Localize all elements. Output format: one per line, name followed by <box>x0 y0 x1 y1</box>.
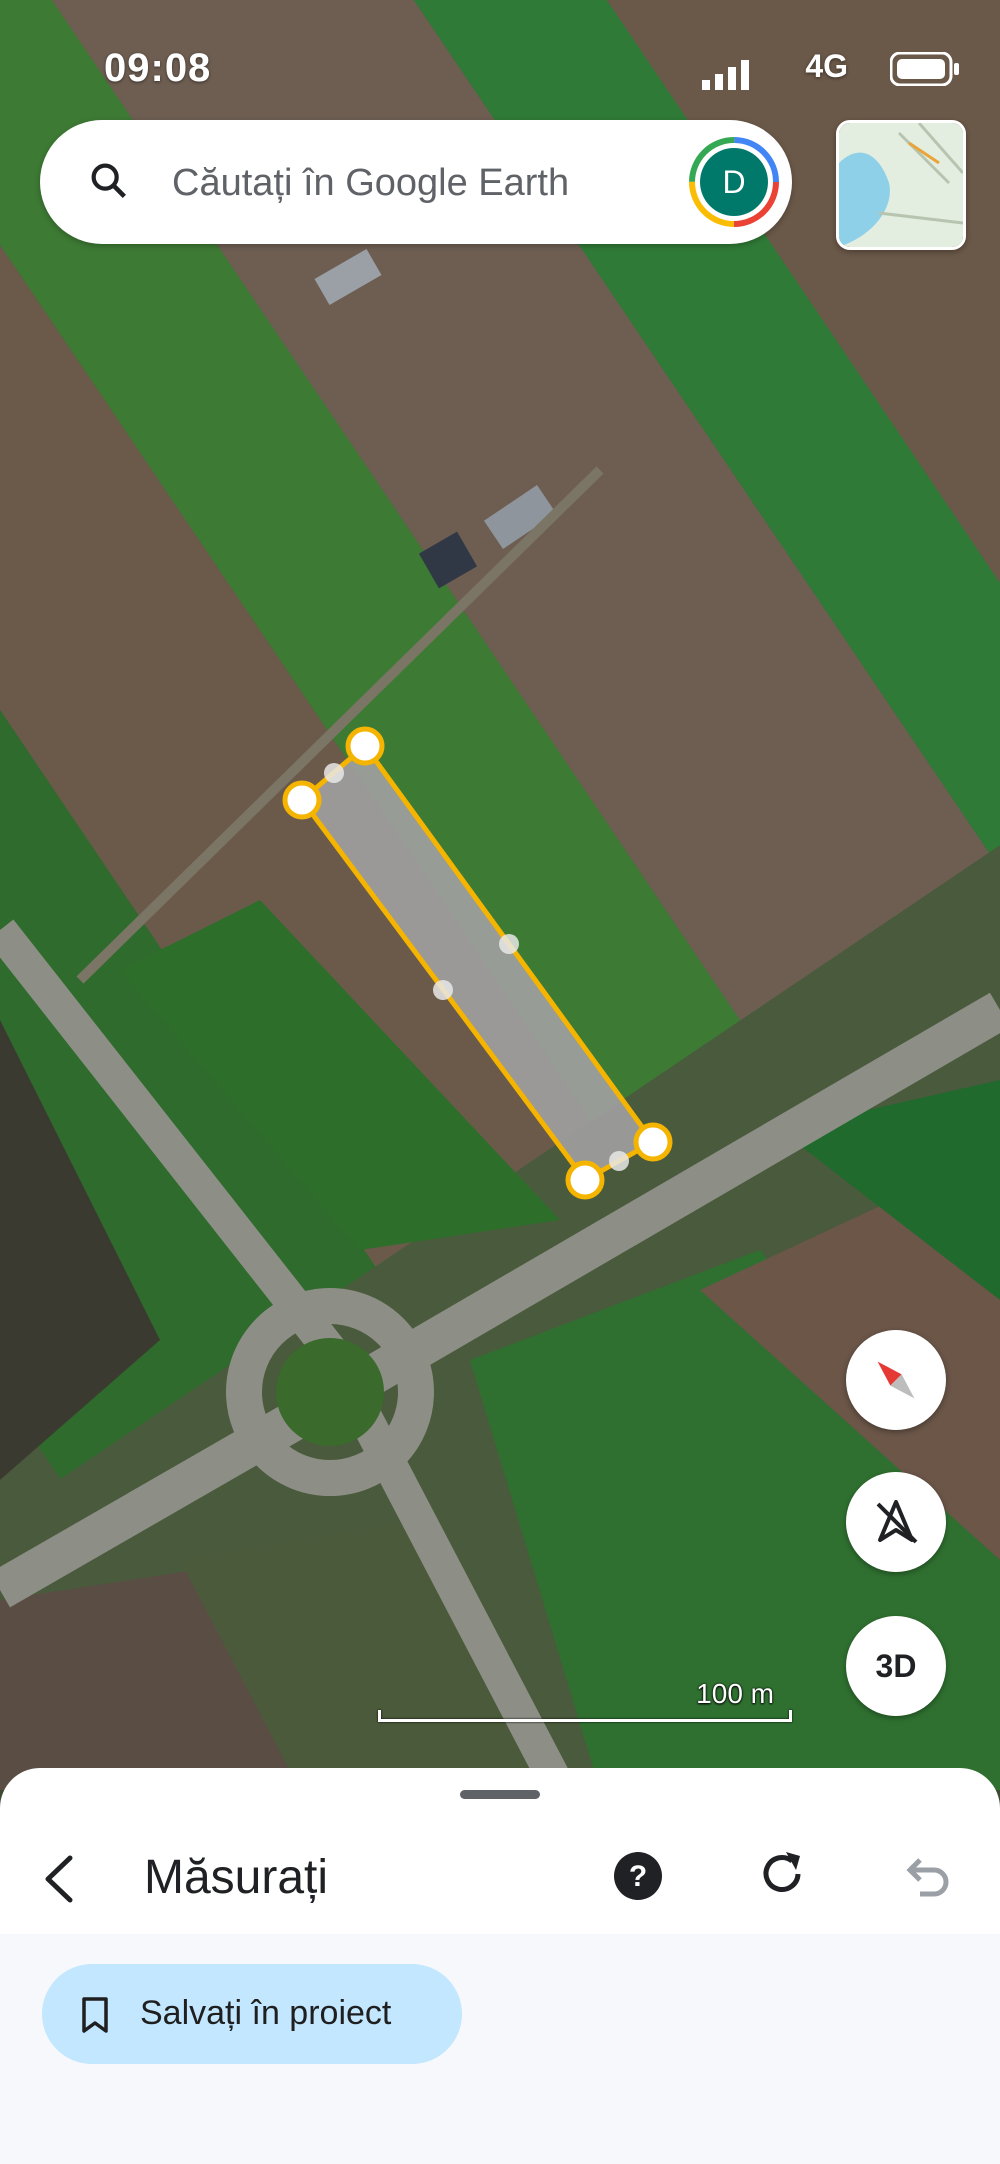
scale-label: 100 m <box>696 1678 774 1709</box>
network-type: 4G <box>805 48 848 84</box>
search-bar[interactable]: Căutați în Google Earth D <box>40 120 792 244</box>
minimap-thumbnail[interactable] <box>836 120 966 250</box>
svg-text:?: ? <box>629 1860 647 1893</box>
status-bar: 09:08 4G <box>0 40 1000 100</box>
signal-icon <box>702 60 749 90</box>
compass-icon <box>877 1361 915 1399</box>
save-label: Salvați în proiect <box>140 1994 392 2032</box>
redo-icon[interactable] <box>756 1848 808 1900</box>
bookmark-icon <box>82 1997 108 2033</box>
sheet-title: Măsurați <box>144 1851 329 1904</box>
undo-icon[interactable] <box>900 1850 952 1902</box>
minimap-icon <box>839 123 963 247</box>
back-arrow-icon[interactable] <box>40 1852 76 1906</box>
compass-button[interactable] <box>846 1330 946 1430</box>
search-placeholder[interactable]: Căutați în Google Earth <box>172 162 569 205</box>
search-icon[interactable] <box>86 158 132 204</box>
measure-sheet: Măsurați ? Salvați în proiect <box>0 1768 1000 2164</box>
drag-handle[interactable] <box>460 1790 540 1799</box>
help-icon[interactable]: ? <box>612 1850 664 1902</box>
location-button[interactable] <box>846 1472 946 1572</box>
account-avatar[interactable]: D <box>686 134 782 230</box>
scale-line <box>378 1710 792 1722</box>
scale-bar: 100 m <box>378 1674 792 1726</box>
3d-label: 3D <box>875 1648 917 1684</box>
save-to-project-button[interactable]: Salvați în proiect <box>42 1964 462 2064</box>
battery-icon <box>890 52 959 86</box>
avatar-initial: D <box>722 164 746 200</box>
3d-toggle-button[interactable]: 3D <box>846 1616 946 1716</box>
clock: 09:08 <box>104 46 212 90</box>
nav-off-icon <box>876 1500 918 1544</box>
